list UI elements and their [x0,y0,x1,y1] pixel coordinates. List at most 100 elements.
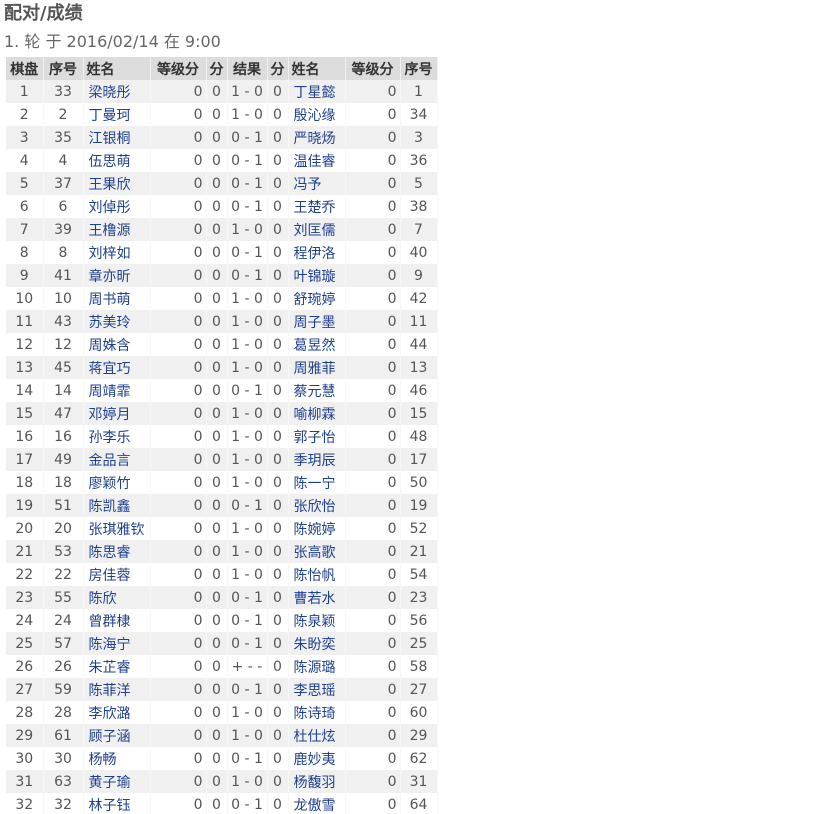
white-player-name[interactable]: 蒋宜巧 [83,356,151,379]
black-player-name[interactable]: 张欣怡 [288,494,346,517]
black-player-points: 0 [267,264,289,287]
black-player-name[interactable]: 鹿妙夷 [288,747,346,770]
black-player-name[interactable]: 刘匡儒 [288,218,346,241]
white-player-rating: 0 [150,310,207,333]
white-player-name[interactable]: 房佳蓉 [83,563,151,586]
black-player-name[interactable]: 陈泉颖 [288,609,346,632]
black-player-name[interactable]: 陈源璐 [288,655,346,678]
white-player-points: 0 [206,218,228,241]
black-player-name[interactable]: 叶锦璇 [288,264,346,287]
black-player-name[interactable]: 李思瑶 [288,678,346,701]
black-player-name[interactable]: 陈诗琦 [288,701,346,724]
white-player-name[interactable]: 李欣潞 [83,701,151,724]
white-player-number: 12 [43,333,84,356]
black-player-points: 0 [267,425,289,448]
white-player-name[interactable]: 黄子瑜 [83,770,151,793]
white-player-number: 22 [43,563,84,586]
black-player-points: 0 [267,103,289,126]
white-player-name[interactable]: 陈欣 [83,586,151,609]
white-player-name[interactable]: 杨畅 [83,747,151,770]
black-player-number: 17 [400,448,438,471]
black-player-name[interactable]: 陈婉婷 [288,517,346,540]
white-player-name[interactable]: 陈凯鑫 [83,494,151,517]
white-player-points: 0 [206,770,228,793]
black-player-name[interactable]: 曹若水 [288,586,346,609]
white-player-name[interactable]: 苏美玲 [83,310,151,333]
white-player-name[interactable]: 张琪雅钦 [83,517,151,540]
table-row: 14 14 周靖霏 0 0 0 - 1 0 蔡元慧 0 46 [6,379,438,402]
white-player-number: 49 [43,448,84,471]
white-player-name[interactable]: 周书萌 [83,287,151,310]
black-player-name[interactable]: 张高歌 [288,540,346,563]
table-row: 6 6 刘倬彤 0 0 0 - 1 0 王楚乔 0 38 [6,195,438,218]
white-player-name[interactable]: 刘梓如 [83,241,151,264]
black-player-name[interactable]: 葛昱然 [288,333,346,356]
black-player-name[interactable]: 殷沁缘 [288,103,346,126]
black-player-name[interactable]: 季玥辰 [288,448,346,471]
black-player-name[interactable]: 周子墨 [288,310,346,333]
black-player-points: 0 [267,701,289,724]
black-player-rating: 0 [345,425,401,448]
black-player-name[interactable]: 蔡元慧 [288,379,346,402]
white-player-name[interactable]: 陈菲洋 [83,678,151,701]
black-player-name[interactable]: 温佳睿 [288,149,346,172]
board-number: 30 [6,747,44,770]
white-player-rating: 0 [150,517,207,540]
black-player-name[interactable]: 喻柳霖 [288,402,346,425]
black-player-name[interactable]: 丁星懿 [288,80,346,103]
white-player-name[interactable]: 周靖霏 [83,379,151,402]
white-player-name[interactable]: 刘倬彤 [83,195,151,218]
black-player-rating: 0 [345,195,401,218]
white-player-points: 0 [206,494,228,517]
white-player-name[interactable]: 王果欣 [83,172,151,195]
black-player-points: 0 [267,241,289,264]
white-player-name[interactable]: 曾群棣 [83,609,151,632]
black-player-name[interactable]: 周雅菲 [288,356,346,379]
white-player-name[interactable]: 廖颖竹 [83,471,151,494]
white-player-name[interactable]: 陈海宁 [83,632,151,655]
white-player-name[interactable]: 邓婷月 [83,402,151,425]
black-player-name[interactable]: 朱盼奕 [288,632,346,655]
white-player-name[interactable]: 章亦昕 [83,264,151,287]
black-player-points: 0 [267,402,289,425]
black-player-name[interactable]: 龙傲雪 [288,793,346,814]
black-player-name[interactable]: 王楚乔 [288,195,346,218]
black-player-number: 1 [400,80,438,103]
white-player-name[interactable]: 周姝含 [83,333,151,356]
black-player-name[interactable]: 陈一宁 [288,471,346,494]
black-player-name[interactable]: 冯予 [288,172,346,195]
white-player-points: 0 [206,425,228,448]
header-rating-white: 等级分 [150,57,207,80]
white-player-rating: 0 [150,563,207,586]
black-player-number: 19 [400,494,438,517]
white-player-name[interactable]: 王橹源 [83,218,151,241]
white-player-name[interactable]: 丁曼珂 [83,103,151,126]
white-player-name[interactable]: 孙李乐 [83,425,151,448]
white-player-name[interactable]: 朱芷睿 [83,655,151,678]
black-player-number: 56 [400,609,438,632]
white-player-name[interactable]: 金品言 [83,448,151,471]
black-player-points: 0 [267,609,289,632]
table-row: 9 41 章亦昕 0 0 0 - 1 0 叶锦璇 0 9 [6,264,438,287]
white-player-name[interactable]: 江银桐 [83,126,151,149]
table-row: 22 22 房佳蓉 0 0 1 - 0 0 陈怡帆 0 54 [6,563,438,586]
white-player-points: 0 [206,471,228,494]
black-player-name[interactable]: 舒琬婷 [288,287,346,310]
black-player-name[interactable]: 杨馥羽 [288,770,346,793]
white-player-rating: 0 [150,379,207,402]
white-player-rating: 0 [150,793,207,814]
white-player-number: 24 [43,609,84,632]
white-player-name[interactable]: 陈思睿 [83,540,151,563]
black-player-number: 5 [400,172,438,195]
white-player-name[interactable]: 梁晓彤 [83,80,151,103]
black-player-name[interactable]: 杜仕炫 [288,724,346,747]
black-player-name[interactable]: 陈怡帆 [288,563,346,586]
white-player-points: 0 [206,310,228,333]
black-player-name[interactable]: 严晓炀 [288,126,346,149]
white-player-name[interactable]: 顾子涵 [83,724,151,747]
black-player-name[interactable]: 程伊洛 [288,241,346,264]
white-player-name[interactable]: 林子钰 [83,793,151,814]
black-player-name[interactable]: 郭子怡 [288,425,346,448]
white-player-name[interactable]: 伍思萌 [83,149,151,172]
board-number: 14 [6,379,44,402]
